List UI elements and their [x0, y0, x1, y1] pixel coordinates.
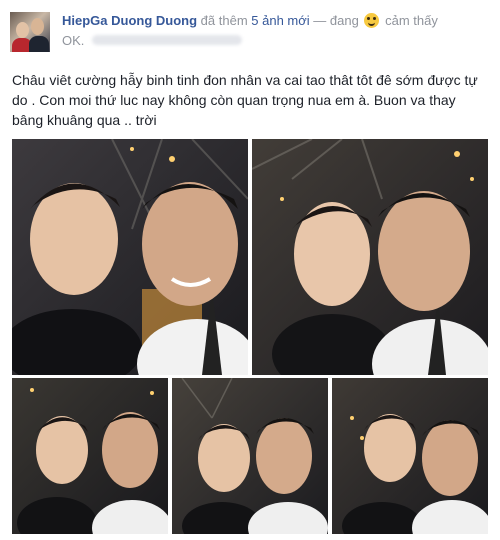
- post-header: HiepGa Duong Duong đã thêm 5 ảnh mới — đ…: [10, 8, 490, 52]
- feeling-prefix: — đang: [313, 13, 359, 28]
- action-text: đã thêm: [200, 13, 248, 28]
- feeling-suffix: OK.: [62, 33, 85, 48]
- author-name-link[interactable]: HiepGa Duong Duong: [62, 13, 197, 28]
- post-message: Châu viêt cường hẫy binh tinh đon nhân v…: [12, 72, 478, 128]
- photo-3[interactable]: [12, 378, 168, 534]
- blurred-timestamp: [92, 35, 243, 45]
- photo-1[interactable]: [12, 139, 248, 375]
- facebook-post: HiepGa Duong Duong đã thêm 5 ảnh mới — đ…: [0, 0, 500, 540]
- profile-avatar[interactable]: [10, 12, 50, 52]
- new-photos-link[interactable]: 5 ảnh mới: [251, 13, 309, 28]
- photo-2[interactable]: [252, 139, 488, 375]
- photo-4[interactable]: [172, 378, 328, 534]
- post-headline: HiepGa Duong Duong đã thêm 5 ảnh mới — đ…: [62, 12, 492, 30]
- feeling-text: cảm thấy: [385, 13, 438, 28]
- grinning-emoji-icon: [364, 13, 380, 28]
- post-subline: OK.: [62, 32, 243, 50]
- photo-5[interactable]: [332, 378, 488, 534]
